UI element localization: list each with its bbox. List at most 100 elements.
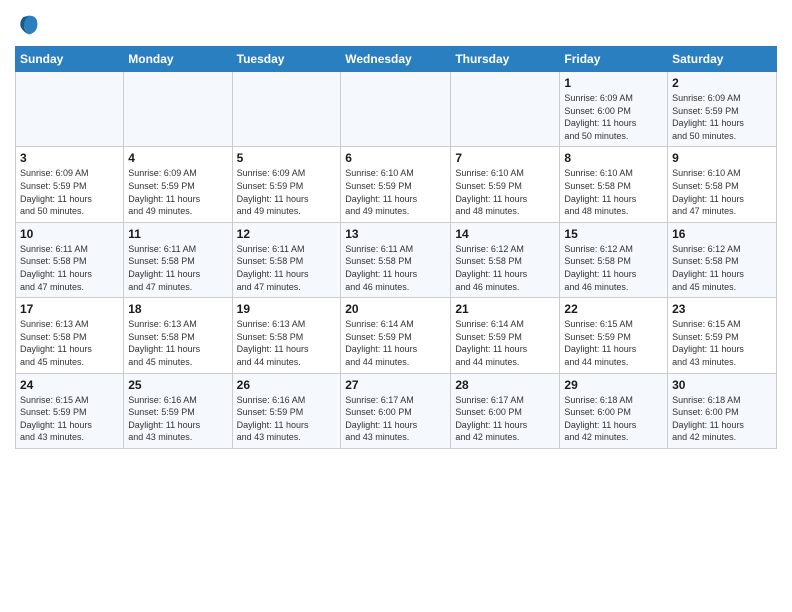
day-info: Sunrise: 6:17 AM Sunset: 6:00 PM Dayligh…	[345, 394, 446, 444]
day-header-sunday: Sunday	[16, 47, 124, 72]
day-info: Sunrise: 6:17 AM Sunset: 6:00 PM Dayligh…	[455, 394, 555, 444]
day-cell: 5 Sunrise: 6:09 AM Sunset: 5:59 PM Daylig…	[232, 147, 341, 222]
day-cell	[124, 72, 232, 147]
day-info: Sunrise: 6:09 AM Sunset: 5:59 PM Dayligh…	[128, 167, 227, 217]
day-info: Sunrise: 6:11 AM Sunset: 5:58 PM Dayligh…	[345, 243, 446, 293]
week-row-3: 17 Sunrise: 6:13 AM Sunset: 5:58 PM Dayli…	[16, 298, 777, 373]
week-row-0: 1Sunrise: 6:09 AM Sunset: 6:00 PM Daylig…	[16, 72, 777, 147]
day-cell: 14 Sunrise: 6:12 AM Sunset: 5:58 PM Dayli…	[451, 222, 560, 297]
day-cell: 19 Sunrise: 6:13 AM Sunset: 5:58 PM Dayli…	[232, 298, 341, 373]
calendar-body: 1Sunrise: 6:09 AM Sunset: 6:00 PM Daylig…	[16, 72, 777, 449]
day-info: Sunrise: 6:13 AM Sunset: 5:58 PM Dayligh…	[20, 318, 119, 368]
day-cell: 10 Sunrise: 6:11 AM Sunset: 5:58 PM Dayli…	[16, 222, 124, 297]
day-info: Sunrise: 6:10 AM Sunset: 5:58 PM Dayligh…	[672, 167, 772, 217]
header	[15, 10, 777, 38]
logo-icon	[15, 10, 43, 38]
day-cell: 6 Sunrise: 6:10 AM Sunset: 5:59 PM Daylig…	[341, 147, 451, 222]
day-header-wednesday: Wednesday	[341, 47, 451, 72]
day-cell: 23 Sunrise: 6:15 AM Sunset: 5:59 PM Dayli…	[668, 298, 777, 373]
day-info: Sunrise: 6:13 AM Sunset: 5:58 PM Dayligh…	[128, 318, 227, 368]
day-cell: 1Sunrise: 6:09 AM Sunset: 6:00 PM Daylig…	[560, 72, 668, 147]
day-info: Sunrise: 6:11 AM Sunset: 5:58 PM Dayligh…	[237, 243, 337, 293]
day-number: 20	[345, 302, 446, 316]
day-cell: 28Sunrise: 6:17 AM Sunset: 6:00 PM Dayli…	[451, 373, 560, 448]
day-number: 8	[564, 151, 663, 165]
day-info: Sunrise: 6:14 AM Sunset: 5:59 PM Dayligh…	[455, 318, 555, 368]
day-cell	[232, 72, 341, 147]
day-cell: 27Sunrise: 6:17 AM Sunset: 6:00 PM Dayli…	[341, 373, 451, 448]
day-number: 21	[455, 302, 555, 316]
day-info: Sunrise: 6:10 AM Sunset: 5:59 PM Dayligh…	[345, 167, 446, 217]
day-number: 14	[455, 227, 555, 241]
day-info: Sunrise: 6:12 AM Sunset: 5:58 PM Dayligh…	[455, 243, 555, 293]
day-info: Sunrise: 6:15 AM Sunset: 5:59 PM Dayligh…	[672, 318, 772, 368]
day-info: Sunrise: 6:09 AM Sunset: 5:59 PM Dayligh…	[672, 92, 772, 142]
day-cell: 9 Sunrise: 6:10 AM Sunset: 5:58 PM Daylig…	[668, 147, 777, 222]
header-row: SundayMondayTuesdayWednesdayThursdayFrid…	[16, 47, 777, 72]
day-cell: 2 Sunrise: 6:09 AM Sunset: 5:59 PM Daylig…	[668, 72, 777, 147]
week-row-1: 3 Sunrise: 6:09 AM Sunset: 5:59 PM Daylig…	[16, 147, 777, 222]
day-cell: 15 Sunrise: 6:12 AM Sunset: 5:58 PM Dayli…	[560, 222, 668, 297]
day-info: Sunrise: 6:18 AM Sunset: 6:00 PM Dayligh…	[672, 394, 772, 444]
day-cell: 29 Sunrise: 6:18 AM Sunset: 6:00 PM Dayli…	[560, 373, 668, 448]
day-info: Sunrise: 6:15 AM Sunset: 5:59 PM Dayligh…	[20, 394, 119, 444]
day-cell: 21 Sunrise: 6:14 AM Sunset: 5:59 PM Dayli…	[451, 298, 560, 373]
day-cell: 26 Sunrise: 6:16 AM Sunset: 5:59 PM Dayli…	[232, 373, 341, 448]
day-number: 26	[237, 378, 337, 392]
day-info: Sunrise: 6:15 AM Sunset: 5:59 PM Dayligh…	[564, 318, 663, 368]
logo	[15, 10, 47, 38]
day-info: Sunrise: 6:09 AM Sunset: 5:59 PM Dayligh…	[20, 167, 119, 217]
day-number: 2	[672, 76, 772, 90]
calendar-header: SundayMondayTuesdayWednesdayThursdayFrid…	[16, 47, 777, 72]
day-cell: 11Sunrise: 6:11 AM Sunset: 5:58 PM Dayli…	[124, 222, 232, 297]
day-info: Sunrise: 6:09 AM Sunset: 5:59 PM Dayligh…	[237, 167, 337, 217]
day-info: Sunrise: 6:12 AM Sunset: 5:58 PM Dayligh…	[672, 243, 772, 293]
day-cell: 25 Sunrise: 6:16 AM Sunset: 5:59 PM Dayli…	[124, 373, 232, 448]
day-number: 16	[672, 227, 772, 241]
day-cell: 3 Sunrise: 6:09 AM Sunset: 5:59 PM Daylig…	[16, 147, 124, 222]
calendar-page: SundayMondayTuesdayWednesdayThursdayFrid…	[0, 0, 792, 612]
day-number: 10	[20, 227, 119, 241]
day-number: 23	[672, 302, 772, 316]
day-number: 3	[20, 151, 119, 165]
day-header-tuesday: Tuesday	[232, 47, 341, 72]
day-info: Sunrise: 6:11 AM Sunset: 5:58 PM Dayligh…	[20, 243, 119, 293]
day-number: 30	[672, 378, 772, 392]
day-cell: 20 Sunrise: 6:14 AM Sunset: 5:59 PM Dayli…	[341, 298, 451, 373]
day-number: 24	[20, 378, 119, 392]
day-info: Sunrise: 6:10 AM Sunset: 5:58 PM Dayligh…	[564, 167, 663, 217]
day-cell: 8 Sunrise: 6:10 AM Sunset: 5:58 PM Daylig…	[560, 147, 668, 222]
day-cell: 30 Sunrise: 6:18 AM Sunset: 6:00 PM Dayli…	[668, 373, 777, 448]
day-number: 15	[564, 227, 663, 241]
day-number: 5	[237, 151, 337, 165]
day-info: Sunrise: 6:16 AM Sunset: 5:59 PM Dayligh…	[237, 394, 337, 444]
day-number: 22	[564, 302, 663, 316]
day-number: 9	[672, 151, 772, 165]
day-number: 7	[455, 151, 555, 165]
day-cell: 12Sunrise: 6:11 AM Sunset: 5:58 PM Dayli…	[232, 222, 341, 297]
day-info: Sunrise: 6:18 AM Sunset: 6:00 PM Dayligh…	[564, 394, 663, 444]
day-number: 29	[564, 378, 663, 392]
week-row-2: 10 Sunrise: 6:11 AM Sunset: 5:58 PM Dayli…	[16, 222, 777, 297]
day-header-friday: Friday	[560, 47, 668, 72]
day-info: Sunrise: 6:13 AM Sunset: 5:58 PM Dayligh…	[237, 318, 337, 368]
day-number: 25	[128, 378, 227, 392]
day-info: Sunrise: 6:14 AM Sunset: 5:59 PM Dayligh…	[345, 318, 446, 368]
day-cell: 22 Sunrise: 6:15 AM Sunset: 5:59 PM Dayli…	[560, 298, 668, 373]
calendar-table: SundayMondayTuesdayWednesdayThursdayFrid…	[15, 46, 777, 449]
day-info: Sunrise: 6:16 AM Sunset: 5:59 PM Dayligh…	[128, 394, 227, 444]
day-number: 13	[345, 227, 446, 241]
day-info: Sunrise: 6:11 AM Sunset: 5:58 PM Dayligh…	[128, 243, 227, 293]
day-cell: 24 Sunrise: 6:15 AM Sunset: 5:59 PM Dayli…	[16, 373, 124, 448]
day-cell: 4Sunrise: 6:09 AM Sunset: 5:59 PM Daylig…	[124, 147, 232, 222]
day-info: Sunrise: 6:12 AM Sunset: 5:58 PM Dayligh…	[564, 243, 663, 293]
week-row-4: 24 Sunrise: 6:15 AM Sunset: 5:59 PM Dayli…	[16, 373, 777, 448]
day-number: 6	[345, 151, 446, 165]
day-cell: 13 Sunrise: 6:11 AM Sunset: 5:58 PM Dayli…	[341, 222, 451, 297]
day-cell: 7Sunrise: 6:10 AM Sunset: 5:59 PM Daylig…	[451, 147, 560, 222]
day-cell	[451, 72, 560, 147]
day-cell	[16, 72, 124, 147]
day-number: 19	[237, 302, 337, 316]
day-cell: 18Sunrise: 6:13 AM Sunset: 5:58 PM Dayli…	[124, 298, 232, 373]
day-number: 17	[20, 302, 119, 316]
